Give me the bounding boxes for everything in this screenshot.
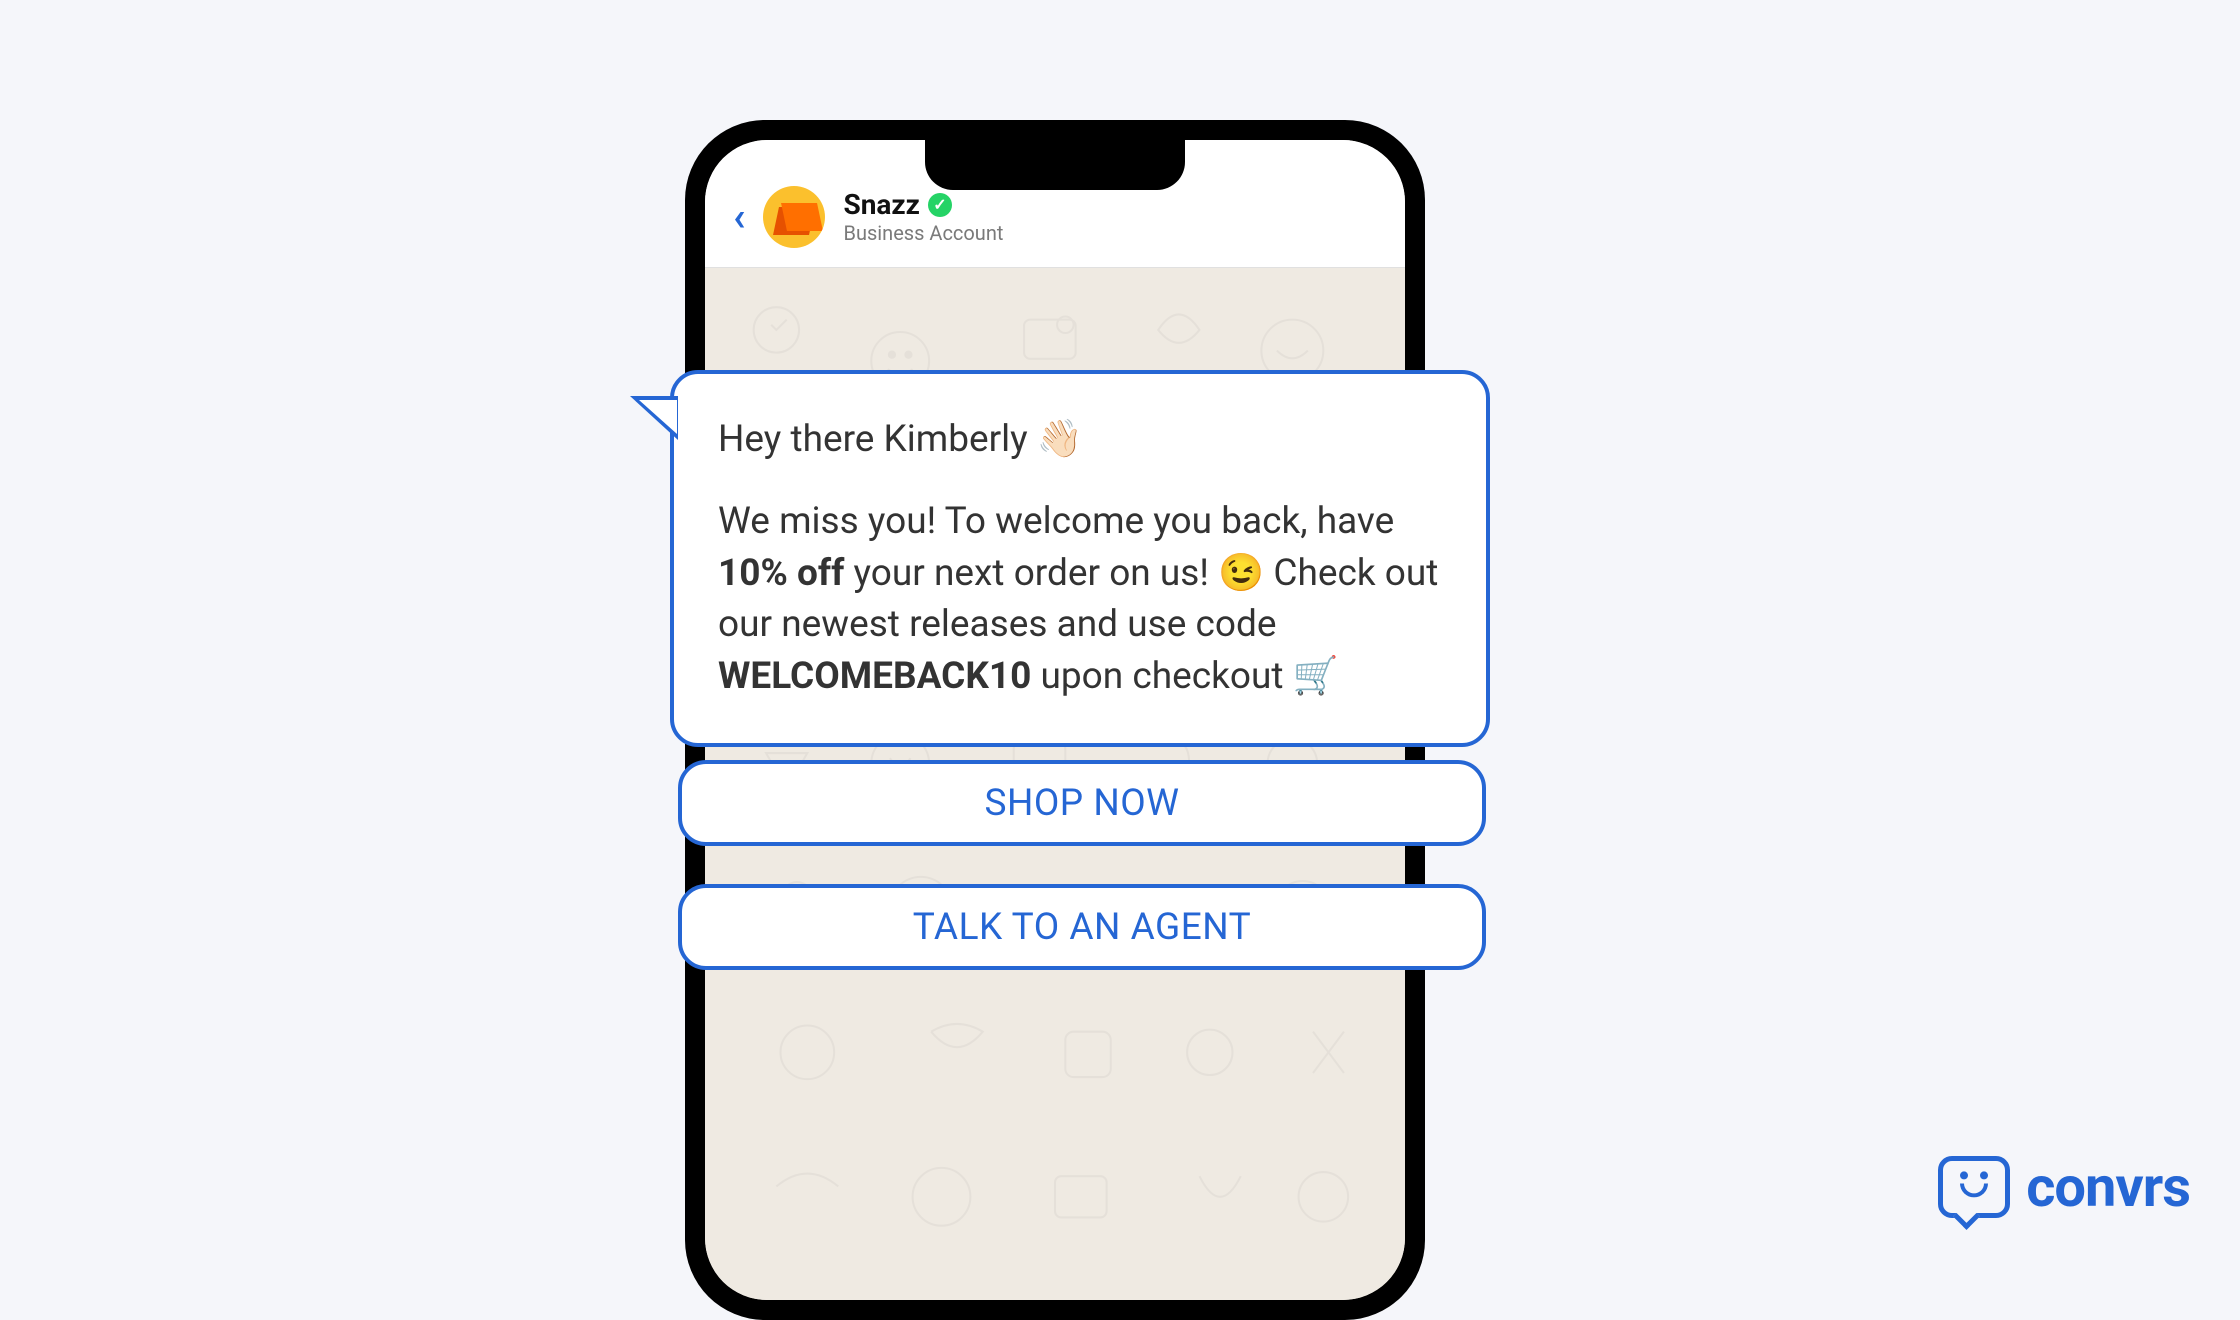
wave-emoji-icon: 👋🏻	[1037, 418, 1083, 461]
body-text-2: your next order on us!	[844, 552, 1218, 595]
shop-now-button[interactable]: SHOP NOW	[678, 760, 1486, 846]
verified-icon: ✓	[928, 193, 952, 217]
promo-code: WELCOMEBACK10	[718, 655, 1031, 698]
discount-amount: 10% off	[718, 552, 844, 595]
shop-now-label: SHOP NOW	[984, 782, 1179, 825]
talk-agent-label: TALK TO AN AGENT	[913, 906, 1251, 949]
back-icon[interactable]: ‹	[733, 193, 745, 240]
phone-notch	[925, 140, 1185, 190]
cart-emoji-icon: 🛒	[1293, 655, 1339, 698]
wink-emoji-icon: 😉	[1218, 552, 1264, 595]
body-text-1: We miss you! To welcome you back, have	[718, 500, 1394, 543]
convrs-wordmark: convrs	[2026, 1154, 2190, 1220]
body-text-4: upon checkout	[1031, 655, 1292, 698]
talk-to-agent-button[interactable]: TALK TO AN AGENT	[678, 884, 1486, 970]
message-text: Hey there Kimberly 👋🏻 We miss you! To we…	[718, 414, 1442, 703]
business-name: Snazz	[843, 188, 919, 221]
avatar[interactable]	[763, 186, 825, 248]
business-info: Snazz ✓ Business Account	[843, 188, 1003, 245]
convrs-logo: convrs	[1938, 1154, 2190, 1220]
greeting-text: Hey there Kimberly	[718, 418, 1037, 461]
business-subtitle: Business Account	[843, 221, 1003, 245]
message-bubble: Hey there Kimberly 👋🏻 We miss you! To we…	[670, 370, 1490, 747]
shopping-bag-icon	[774, 199, 814, 235]
convrs-chat-icon	[1938, 1156, 2010, 1218]
bubble-tail-icon	[630, 396, 678, 440]
